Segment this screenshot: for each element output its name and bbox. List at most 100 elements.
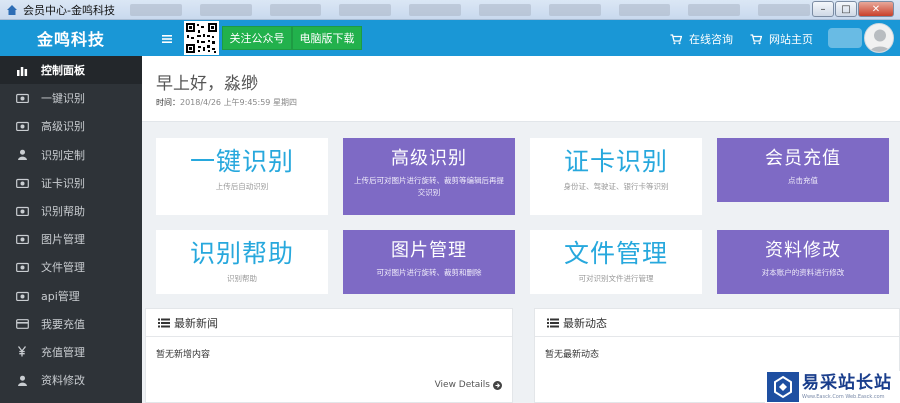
sidebar-item[interactable]: 图片管理 (0, 225, 142, 253)
sidebar-item-label: 充值管理 (41, 345, 85, 359)
feature-tile[interactable]: 证卡识别身份证、驾驶证、银行卡等识别 (530, 138, 702, 215)
sidebar-item-label: 我要充值 (41, 317, 85, 331)
feature-tile[interactable]: 资料修改对本账户的资料进行修改 (717, 230, 889, 294)
feature-tile[interactable]: 识别帮助 识别帮助 (156, 230, 328, 294)
sidebar-item[interactable]: 识别定制 (0, 141, 142, 169)
camera-icon (14, 92, 30, 104)
camera-icon (14, 233, 30, 245)
time-label: 时间： (156, 98, 180, 107)
tile-subtitle: 身份证、驾驶证、银行卡等识别 (563, 182, 669, 191)
brand-logo[interactable]: 金鸣科技 (0, 20, 142, 56)
sidebar-item-label: 识别定制 (41, 148, 85, 162)
list-icon (547, 318, 559, 328)
view-details-label: View Details (434, 380, 490, 390)
sidebar-item-label: 识别帮助 (41, 205, 85, 219)
user-icon (14, 374, 30, 386)
news-panel-title: 最新新闻 (174, 316, 218, 330)
sidebar-item[interactable]: 高级识别 (0, 112, 142, 140)
tile-subtitle: 上传后可对图片进行旋转、裁剪等编辑后再提交识别 (354, 176, 504, 197)
credit-card-icon (14, 318, 30, 330)
follow-wechat-button[interactable]: 关注公众号 (222, 26, 292, 50)
window-title: 会员中心-金鸣科技 (23, 3, 115, 17)
watermark: 易采站长站 Www.Easck.Com Web.Easck.com (765, 371, 900, 403)
online-consult-label: 在线咨询 (689, 33, 733, 46)
greeting-text: 早上好，淼缈 (156, 74, 258, 94)
tile-subtitle: 上传后自动识别 (215, 182, 269, 191)
tile-title: 一键识别 (189, 147, 294, 176)
tile-title: 图片管理 (391, 240, 467, 261)
camera-icon (14, 120, 30, 132)
news-empty-text: 暂无新增内容 (156, 350, 211, 360)
sidebar-item[interactable]: api管理 (0, 282, 142, 310)
feature-tile[interactable]: 一键识别上传后自动识别 (156, 138, 328, 215)
activity-panel-title: 最新动态 (563, 316, 607, 330)
site-home-link[interactable]: 网站主页 (750, 31, 813, 47)
sidebar-item[interactable]: 控制面板 (0, 56, 142, 85)
sidebar-item[interactable]: 文件管理 (0, 253, 142, 281)
sidebar-item-label: 图片管理 (41, 233, 85, 247)
qr-code-icon (184, 21, 219, 55)
sidebar-item[interactable]: 一键识别 (0, 84, 142, 112)
watermark-main-text: 易采站长站 (802, 372, 892, 393)
tile-title: 文件管理 (563, 239, 668, 268)
blurred-tabs (130, 4, 810, 16)
arrow-circle-right-icon (493, 380, 502, 390)
view-details-link[interactable]: View Details (435, 380, 502, 390)
sidebar-item-label: 一键识别 (41, 92, 85, 106)
cart-icon (670, 33, 683, 45)
sidebar-item[interactable]: 我要充值 (0, 310, 142, 338)
tile-title: 识别帮助 (189, 239, 294, 268)
camera-icon (14, 261, 30, 273)
tile-title: 资料修改 (765, 240, 841, 261)
home-icon (5, 3, 19, 17)
feature-tile[interactable]: 图片管理可对图片进行旋转、裁剪和删除 (343, 230, 515, 294)
tile-subtitle: 识别帮助 (227, 274, 257, 283)
user-icon (14, 149, 30, 161)
cart-icon (750, 33, 763, 45)
sidebar-item[interactable]: 资料修改 (0, 366, 142, 394)
feature-tile[interactable]: 会员充值 点击充值 (717, 138, 889, 202)
maximize-button[interactable]: □ (835, 1, 857, 17)
yen-icon (14, 346, 30, 358)
tile-subtitle: 点击充值 (788, 176, 818, 185)
watermark-logo-icon (767, 372, 799, 402)
online-consult-link[interactable]: 在线咨询 (670, 31, 733, 47)
sidebar-item-label: 资料修改 (41, 374, 85, 388)
window-title-bar: 会员中心-金鸣科技 – □ ✕ (0, 0, 900, 20)
activity-panel-header: 最新动态 (535, 309, 899, 337)
sidebar-item[interactable]: 证卡识别 (0, 169, 142, 197)
avatar[interactable] (864, 23, 894, 53)
feature-tile[interactable]: 高级识别上传后可对图片进行旋转、裁剪等编辑后再提交识别 (343, 138, 515, 215)
tile-title: 会员充值 (765, 148, 841, 169)
list-icon (158, 318, 170, 328)
greeting-panel: 早上好，淼缈 时间：2018/4/26 上午9:45:59 星期四 (142, 56, 900, 122)
watermark-sub-text: Www.Easck.Com Web.Easck.com (802, 393, 885, 400)
news-panel-header: 最新新闻 (146, 309, 512, 337)
tile-subtitle: 可对图片进行旋转、裁剪和删除 (376, 268, 482, 277)
tile-title: 证卡识别 (563, 147, 668, 176)
sidebar-item[interactable]: 充值管理 (0, 338, 142, 366)
sidebar-item-label: api管理 (41, 289, 80, 303)
sidebar-item-label: 控制面板 (41, 64, 85, 78)
desktop-download-button[interactable]: 电脑版下载 (292, 26, 362, 50)
sidebar-item[interactable]: 识别帮助 (0, 197, 142, 225)
news-panel: 最新新闻 暂无新增内容 View Details (145, 308, 513, 403)
time-value: 2018/4/26 上午9:45:59 星期四 (180, 98, 297, 107)
activity-empty-text: 暂无最新动态 (545, 350, 600, 360)
username-blurred (828, 28, 862, 48)
camera-icon (14, 205, 30, 217)
bar-chart-icon (14, 64, 30, 76)
sidebar-item-label: 文件管理 (41, 261, 85, 275)
tile-subtitle: 可对识别文件进行管理 (578, 274, 654, 283)
camera-icon (14, 177, 30, 189)
tile-subtitle: 对本账户的资料进行修改 (761, 268, 845, 277)
top-navbar: 关注公众号 电脑版下载 在线咨询 网站主页 (142, 20, 900, 56)
feature-tile[interactable]: 文件管理可对识别文件进行管理 (530, 230, 702, 294)
minimize-button[interactable]: – (812, 1, 834, 17)
menu-toggle-icon[interactable] (160, 31, 174, 45)
tile-title: 高级识别 (391, 148, 467, 169)
sidebar: 金鸣科技 控制面板一键识别高级识别识别定制证卡识别识别帮助图片管理文件管理 api… (0, 20, 142, 403)
site-home-label: 网站主页 (769, 33, 813, 46)
time-row: 时间：2018/4/26 上午9:45:59 星期四 (156, 97, 297, 108)
close-button[interactable]: ✕ (858, 1, 894, 17)
